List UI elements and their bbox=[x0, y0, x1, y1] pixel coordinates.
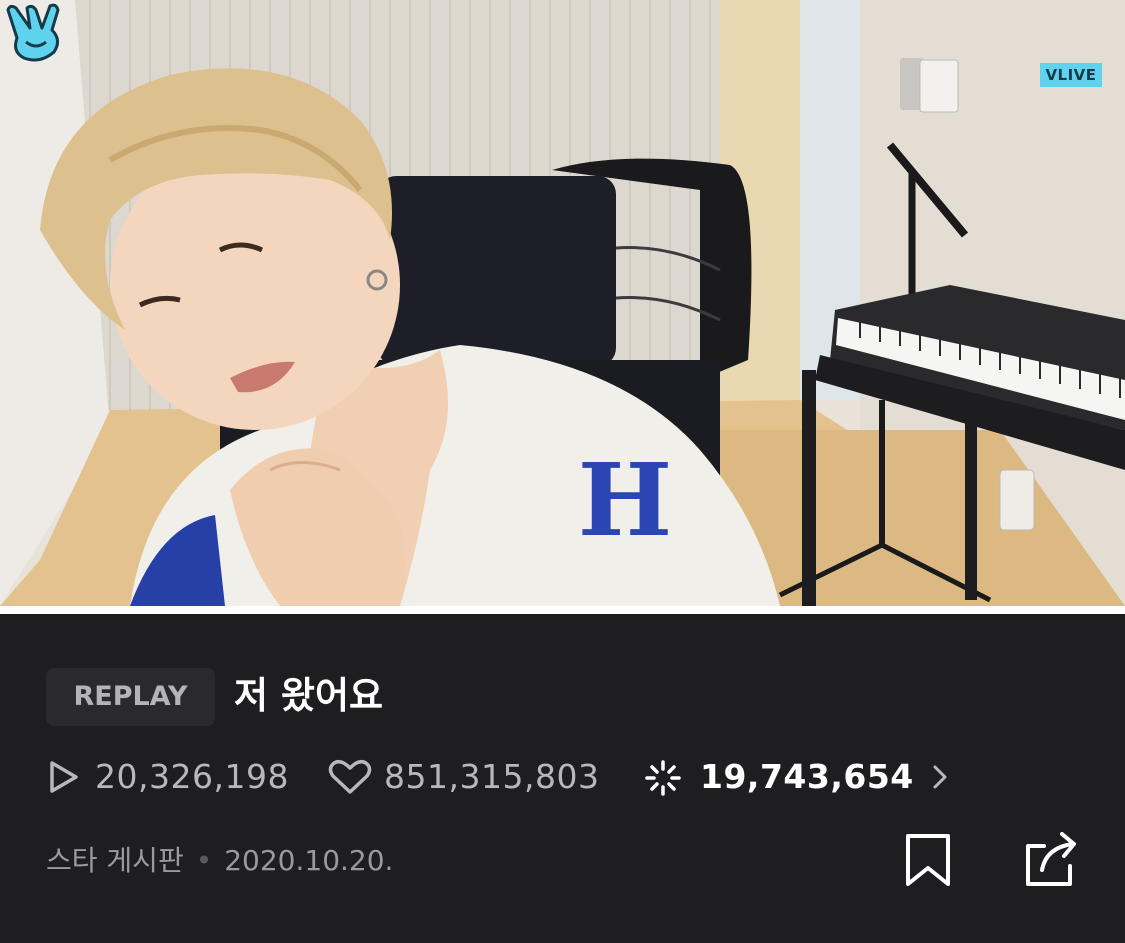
share-icon[interactable] bbox=[1022, 830, 1078, 890]
channel-name[interactable]: 스타 게시판 bbox=[46, 844, 184, 877]
bookmark-icon[interactable] bbox=[900, 830, 956, 890]
play-count: 20,326,198 bbox=[95, 757, 289, 796]
comment-burst-icon bbox=[645, 760, 681, 796]
video-meta: 스타 게시판 • 2020.10.20. bbox=[46, 836, 393, 886]
chevron-right-icon[interactable] bbox=[932, 764, 948, 790]
video-player[interactable]: H VLIVE bbox=[0, 0, 1125, 606]
video-progress-fill bbox=[0, 606, 1125, 614]
video-progress-bar[interactable] bbox=[0, 606, 1125, 614]
play-icon bbox=[50, 761, 78, 793]
heart-icon bbox=[328, 760, 372, 794]
like-count: 851,315,803 bbox=[384, 757, 600, 796]
publish-date: 2020.10.20. bbox=[224, 844, 394, 877]
v-hand-icon bbox=[6, 3, 60, 62]
video-stats: 20,326,198 851,315,803 19,743,654 bbox=[46, 752, 1046, 802]
comment-count[interactable]: 19,743,654 bbox=[700, 752, 914, 802]
meta-separator: • bbox=[195, 844, 213, 877]
vlive-logo-label: VLIVE bbox=[1040, 63, 1102, 87]
video-info-panel: REPLAY 저 왔어요 20,326,198 851,315,803 19,7… bbox=[0, 614, 1125, 943]
video-frame-image: H bbox=[0, 0, 1125, 606]
replay-badge: REPLAY bbox=[46, 668, 215, 726]
video-title: 저 왔어요 bbox=[234, 674, 384, 717]
sweater-letter: H bbox=[570, 440, 680, 559]
svg-text:H: H bbox=[578, 441, 672, 559]
